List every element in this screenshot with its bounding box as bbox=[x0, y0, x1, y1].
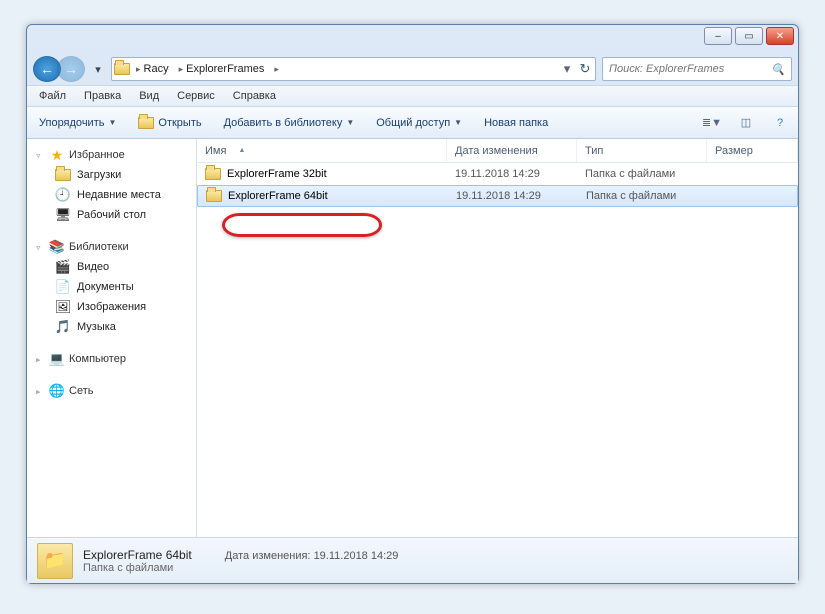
share-button[interactable]: Общий доступ ▼ bbox=[372, 114, 466, 132]
titlebar: – ▭ ✕ bbox=[27, 25, 798, 53]
view-options-icon[interactable]: ≣ ▼ bbox=[702, 113, 722, 133]
sidebar-item-pictures[interactable]: 🖼Изображения bbox=[29, 297, 194, 317]
file-date: 19.11.2018 14:29 bbox=[448, 190, 578, 202]
search-input[interactable] bbox=[609, 63, 765, 75]
explorer-window: – ▭ ✕ ← → ▾ ▸Racy ▸ExplorerFrames ▸ ▾ ↻ … bbox=[26, 24, 799, 584]
sidebar-item-documents[interactable]: 📄Документы bbox=[29, 277, 194, 297]
forward-button[interactable]: → bbox=[57, 56, 85, 82]
col-date[interactable]: Дата изменения bbox=[447, 139, 577, 162]
file-list: Имя Дата изменения Тип Размер ExplorerFr… bbox=[197, 139, 798, 537]
menu-help[interactable]: Справка bbox=[225, 88, 284, 104]
folder-icon bbox=[205, 166, 221, 182]
computer-icon: 💻 bbox=[49, 351, 65, 367]
status-bar: 📁 ExplorerFrame 64bit Дата изменения: 19… bbox=[27, 537, 798, 583]
sidebar-item-desktop[interactable]: 🖥Рабочий стол bbox=[29, 205, 194, 225]
star-icon: ★ bbox=[49, 147, 65, 163]
col-type[interactable]: Тип bbox=[577, 139, 707, 162]
file-name: ExplorerFrame 32bit bbox=[227, 168, 327, 180]
sidebar-item-video[interactable]: 🎬Видео bbox=[29, 257, 194, 277]
menu-tools[interactable]: Сервис bbox=[169, 88, 223, 104]
status-title: ExplorerFrame 64bit bbox=[83, 548, 192, 562]
menubar: Файл Правка Вид Сервис Справка bbox=[27, 85, 798, 107]
sidebar-item-recent[interactable]: 🕘Недавние места bbox=[29, 185, 194, 205]
navbar: ← → ▾ ▸Racy ▸ExplorerFrames ▸ ▾ ↻ 🔍 bbox=[27, 53, 798, 85]
sidebar-item-downloads[interactable]: Загрузки bbox=[29, 165, 194, 185]
search-icon: 🔍 bbox=[771, 63, 785, 76]
menu-file[interactable]: Файл bbox=[31, 88, 74, 104]
sidebar-libraries[interactable]: ▿📚Библиотеки bbox=[29, 237, 194, 257]
search-box[interactable]: 🔍 bbox=[602, 57, 792, 81]
status-type: Папка с файлами bbox=[83, 562, 398, 574]
pictures-icon: 🖼 bbox=[55, 299, 71, 315]
breadcrumb: ▸ExplorerFrames bbox=[175, 61, 269, 77]
file-type: Папка с файлами bbox=[577, 168, 707, 180]
dropdown-icon[interactable]: ▾ bbox=[559, 61, 575, 77]
organize-button[interactable]: Упорядочить ▼ bbox=[35, 114, 120, 132]
folder-icon bbox=[114, 61, 130, 77]
toolbar: Упорядочить ▼ Открыть Добавить в библиот… bbox=[27, 107, 798, 139]
music-icon: 🎵 bbox=[55, 319, 71, 335]
video-icon: 🎬 bbox=[55, 259, 71, 275]
menu-view[interactable]: Вид bbox=[131, 88, 167, 104]
sidebar-network[interactable]: ▸🌐Сеть bbox=[29, 381, 194, 401]
col-size[interactable]: Размер bbox=[707, 139, 798, 162]
maximize-button[interactable]: ▭ bbox=[735, 27, 763, 45]
folder-icon bbox=[206, 188, 222, 204]
table-row[interactable]: ExplorerFrame 32bit 19.11.2018 14:29Папка… bbox=[197, 163, 798, 185]
address-bar[interactable]: ▸Racy ▸ExplorerFrames ▸ ▾ ↻ bbox=[111, 57, 596, 81]
column-headers: Имя Дата изменения Тип Размер bbox=[197, 139, 798, 163]
library-icon: 📚 bbox=[49, 239, 65, 255]
minimize-button[interactable]: – bbox=[704, 27, 732, 45]
sidebar-favorites[interactable]: ▿★Избранное bbox=[29, 145, 194, 165]
sidebar: ▿★Избранное Загрузки 🕘Недавние места 🖥Ра… bbox=[27, 139, 197, 537]
add-library-button[interactable]: Добавить в библиотеку ▼ bbox=[220, 114, 359, 132]
sidebar-item-music[interactable]: 🎵Музыка bbox=[29, 317, 194, 337]
refresh-icon[interactable]: ↻ bbox=[577, 61, 593, 77]
history-dropdown[interactable]: ▾ bbox=[91, 56, 105, 82]
close-button[interactable]: ✕ bbox=[766, 27, 794, 45]
sidebar-computer[interactable]: ▸💻Компьютер bbox=[29, 349, 194, 369]
documents-icon: 📄 bbox=[55, 279, 71, 295]
preview-pane-icon[interactable]: ◫ bbox=[736, 113, 756, 133]
help-icon[interactable]: ? bbox=[770, 113, 790, 133]
folder-icon: 📁 bbox=[37, 543, 73, 579]
breadcrumb: ▸Racy bbox=[132, 61, 173, 77]
desktop-icon: 🖥 bbox=[55, 207, 71, 223]
network-icon: 🌐 bbox=[49, 383, 65, 399]
recent-icon: 🕘 bbox=[55, 187, 71, 203]
open-button[interactable]: Открыть bbox=[134, 112, 205, 134]
new-folder-button[interactable]: Новая папка bbox=[480, 114, 552, 132]
table-row[interactable]: ExplorerFrame 64bit 19.11.2018 14:29Папка… bbox=[197, 185, 798, 207]
menu-edit[interactable]: Правка bbox=[76, 88, 129, 104]
file-type: Папка с файлами bbox=[578, 190, 708, 202]
file-name: ExplorerFrame 64bit bbox=[228, 190, 328, 202]
file-date: 19.11.2018 14:29 bbox=[447, 168, 577, 180]
col-name[interactable]: Имя bbox=[197, 139, 447, 162]
